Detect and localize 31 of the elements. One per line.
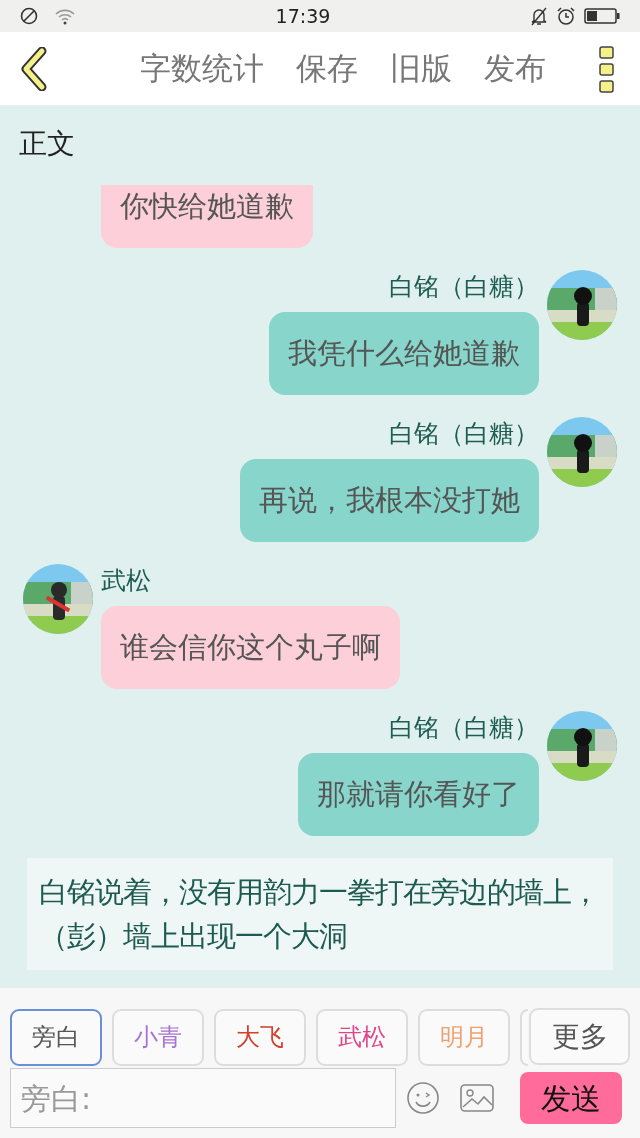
emoji-icon[interactable] — [406, 1081, 440, 1115]
speaker-name: 武松 — [101, 566, 151, 596]
message-bubble: 再说，我根本没打她 — [240, 459, 539, 542]
message-bubble: 我凭什么给她道歉 — [269, 312, 539, 395]
bell-off-icon — [530, 6, 548, 26]
clock-time: 17:39 — [275, 3, 331, 29]
speaker-name: 白铭（白糖） — [389, 713, 539, 743]
toolbar-action[interactable]: 保存 — [296, 45, 358, 92]
wifi-icon — [54, 7, 76, 25]
speaker-name: 白铭（白糖） — [389, 272, 539, 302]
toolbar-action[interactable]: 字数统计 — [140, 45, 264, 92]
message-bubble: 谁会信你这个丸子啊 — [101, 606, 400, 689]
character-tab[interactable]: 武松 — [316, 1008, 408, 1066]
section-title: 正文 — [19, 127, 75, 160]
back-icon[interactable] — [20, 46, 48, 91]
character-tab[interactable]: 大飞 — [214, 1008, 306, 1066]
battery-icon — [584, 7, 620, 25]
message-bubble: 那就请你看好了 — [298, 753, 539, 836]
speaker-name: 白铭（白糖） — [389, 419, 539, 449]
image-icon[interactable] — [460, 1083, 494, 1113]
character-tab[interactable]: 旁白 — [10, 1008, 102, 1066]
send-button[interactable]: 发送 — [520, 1072, 622, 1124]
narration-text: 白铭说着，没有用韵力一拳打在旁边的墙上，（彭）墙上出现一个大洞 — [27, 858, 613, 970]
more-button[interactable]: 更多 — [529, 1008, 630, 1065]
input-field[interactable]: 旁白: — [10, 1068, 396, 1128]
toolbar-action[interactable]: 旧版 — [390, 45, 452, 92]
toolbar-action[interactable]: 发布 — [484, 45, 546, 92]
no-sign-icon — [20, 7, 38, 25]
message-bubble: 你快给她道歉 — [101, 185, 313, 248]
character-tab[interactable]: 小青 — [112, 1008, 204, 1066]
alarm-icon — [556, 6, 576, 26]
